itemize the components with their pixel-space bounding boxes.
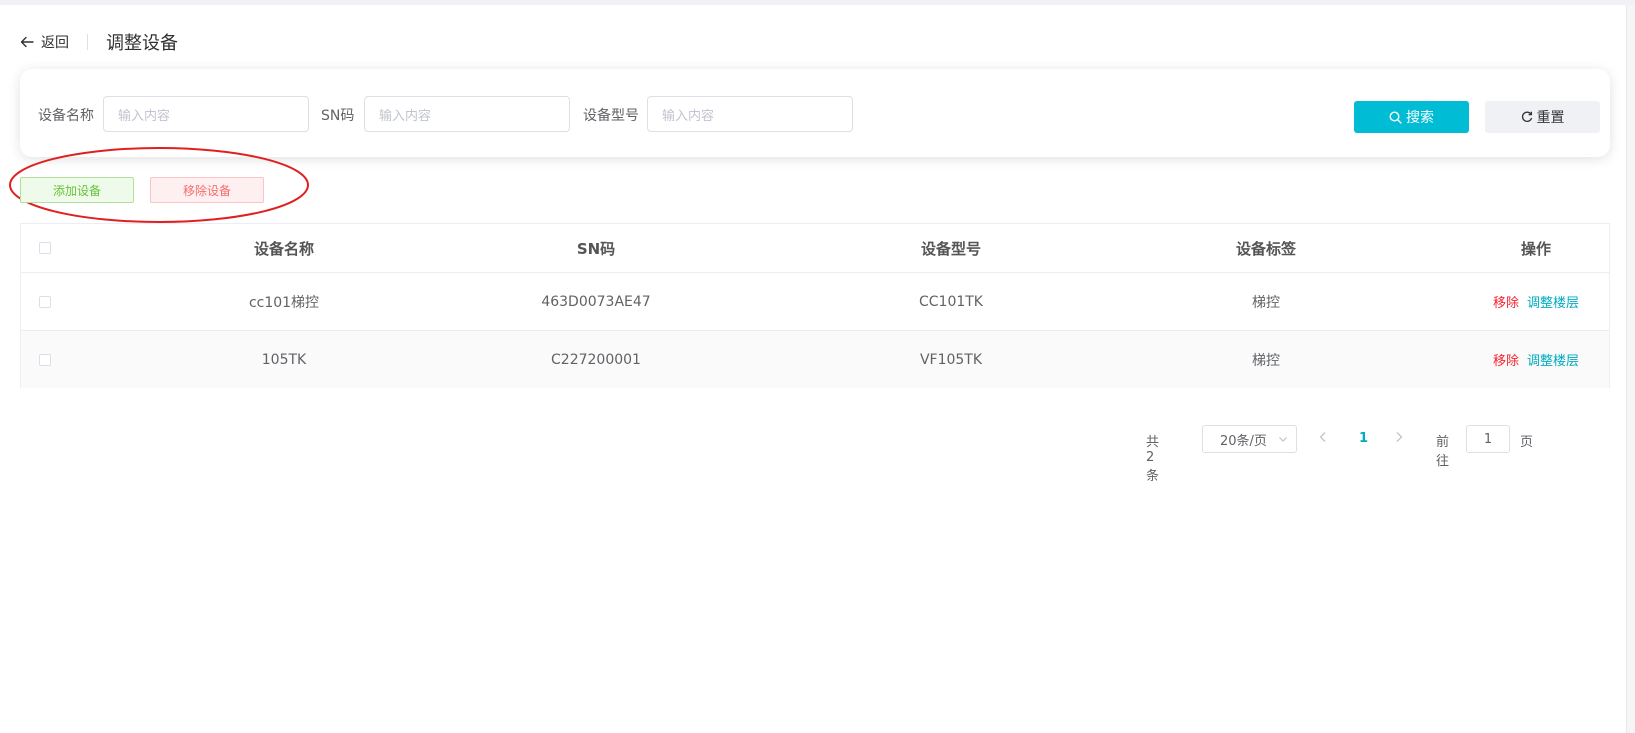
back-button[interactable]: 返回 [20,32,69,52]
device-model-input[interactable]: 输入内容 [647,96,853,132]
vertical-scrollbar[interactable] [1626,5,1635,733]
goto-page-input[interactable]: 1 [1466,425,1510,453]
row-checkbox[interactable] [39,353,51,366]
adjust-floor-link[interactable]: 调整楼层 [1527,292,1579,311]
goto-label: 前往 [1436,435,1450,469]
refresh-icon [1521,111,1532,122]
device-model-label: 设备型号 [583,108,639,124]
cell-device-tag: 梯控 [1252,294,1280,311]
select-all-checkbox[interactable] [39,242,51,254]
page-size-value: 20条/页 [1220,433,1267,449]
table-row: cc101梯控 463D0073AE47 CC101TK 梯控 移除 调整楼层 [21,273,1609,331]
page-suffix-label: 页 [1520,435,1534,450]
header-operations: 操作 [1520,239,1551,258]
chevron-left-icon [1319,432,1326,442]
main-card: 返回 调整设备 设备名称 输入内容 SN码 输入内容 设备型号 输入内容 搜索 … [0,5,1627,733]
page-title: 调整设备 [106,33,178,54]
chevron-down-icon [1279,437,1287,442]
cell-device-model: CC101TK [918,293,983,310]
prev-page-button[interactable] [1318,431,1328,447]
cell-operations: 移除 调整楼层 [1461,331,1611,388]
search-button[interactable]: 搜索 [1354,101,1469,133]
header-device-tag: 设备标签 [1235,239,1296,258]
search-panel: 设备名称 输入内容 SN码 输入内容 设备型号 输入内容 搜索 重置 [20,69,1610,157]
page-header: 返回 调整设备 [20,31,178,54]
chevron-right-icon [1396,432,1403,442]
next-page-button[interactable] [1394,431,1404,447]
device-table: 设备名称 SN码 设备型号 设备标签 操作 cc101梯控 463D0073AE… [20,223,1610,388]
cell-device-tag: 梯控 [1252,352,1280,369]
sn-input[interactable]: 输入内容 [364,96,570,132]
row-checkbox-cell [21,273,69,330]
adjust-floor-link[interactable]: 调整楼层 [1527,350,1579,369]
row-checkbox-cell [21,331,69,388]
arrow-left-icon [20,36,34,48]
device-name-input[interactable]: 输入内容 [103,96,309,132]
search-button-label: 搜索 [1406,110,1434,126]
reset-button-label: 重置 [1536,110,1565,126]
cell-operations: 移除 调整楼层 [1461,273,1611,330]
page-size-select[interactable]: 20条/页 [1202,425,1297,453]
page-number-current[interactable]: 1 [1359,431,1368,446]
reset-button[interactable]: 重置 [1485,101,1600,133]
table-row: 105TK C227200001 VF105TK 梯控 移除 调整楼层 [21,331,1609,388]
total-count: 共 2 条 [1146,435,1160,484]
device-name-label: 设备名称 [38,108,94,124]
table-header: 设备名称 SN码 设备型号 设备标签 操作 [21,224,1609,273]
header-device-model: 设备型号 [920,239,981,258]
back-label: 返回 [41,35,69,51]
add-device-button[interactable]: 添加设备 [20,177,134,203]
header-divider [87,34,88,50]
header-checkbox-cell [21,224,69,272]
remove-link[interactable]: 移除 [1493,292,1519,311]
remove-device-button[interactable]: 移除设备 [150,177,264,203]
sn-label: SN码 [321,108,355,124]
search-icon [1389,110,1402,124]
remove-link[interactable]: 移除 [1493,350,1519,369]
row-checkbox[interactable] [39,295,51,308]
cell-device-model: VF105TK [919,351,983,368]
